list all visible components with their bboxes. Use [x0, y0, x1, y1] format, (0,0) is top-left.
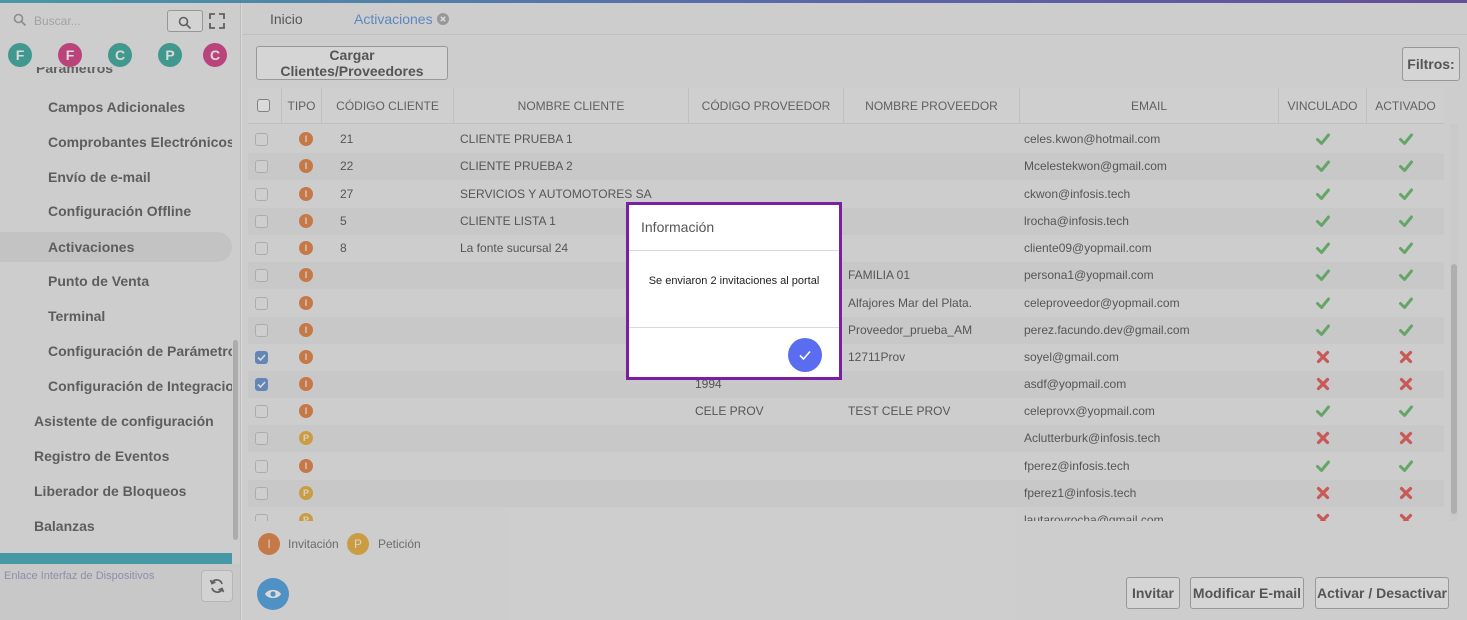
dialog-title: Información	[641, 219, 715, 235]
info-dialog: Información Se enviaron 2 invitaciones a…	[626, 202, 842, 380]
dialog-divider	[629, 327, 839, 328]
dialog-ok-button[interactable]	[788, 338, 822, 372]
checkmark-icon	[799, 350, 811, 361]
dialog-message: Se enviaron 2 invitaciones al portal	[648, 275, 820, 287]
dialog-divider	[629, 250, 839, 251]
